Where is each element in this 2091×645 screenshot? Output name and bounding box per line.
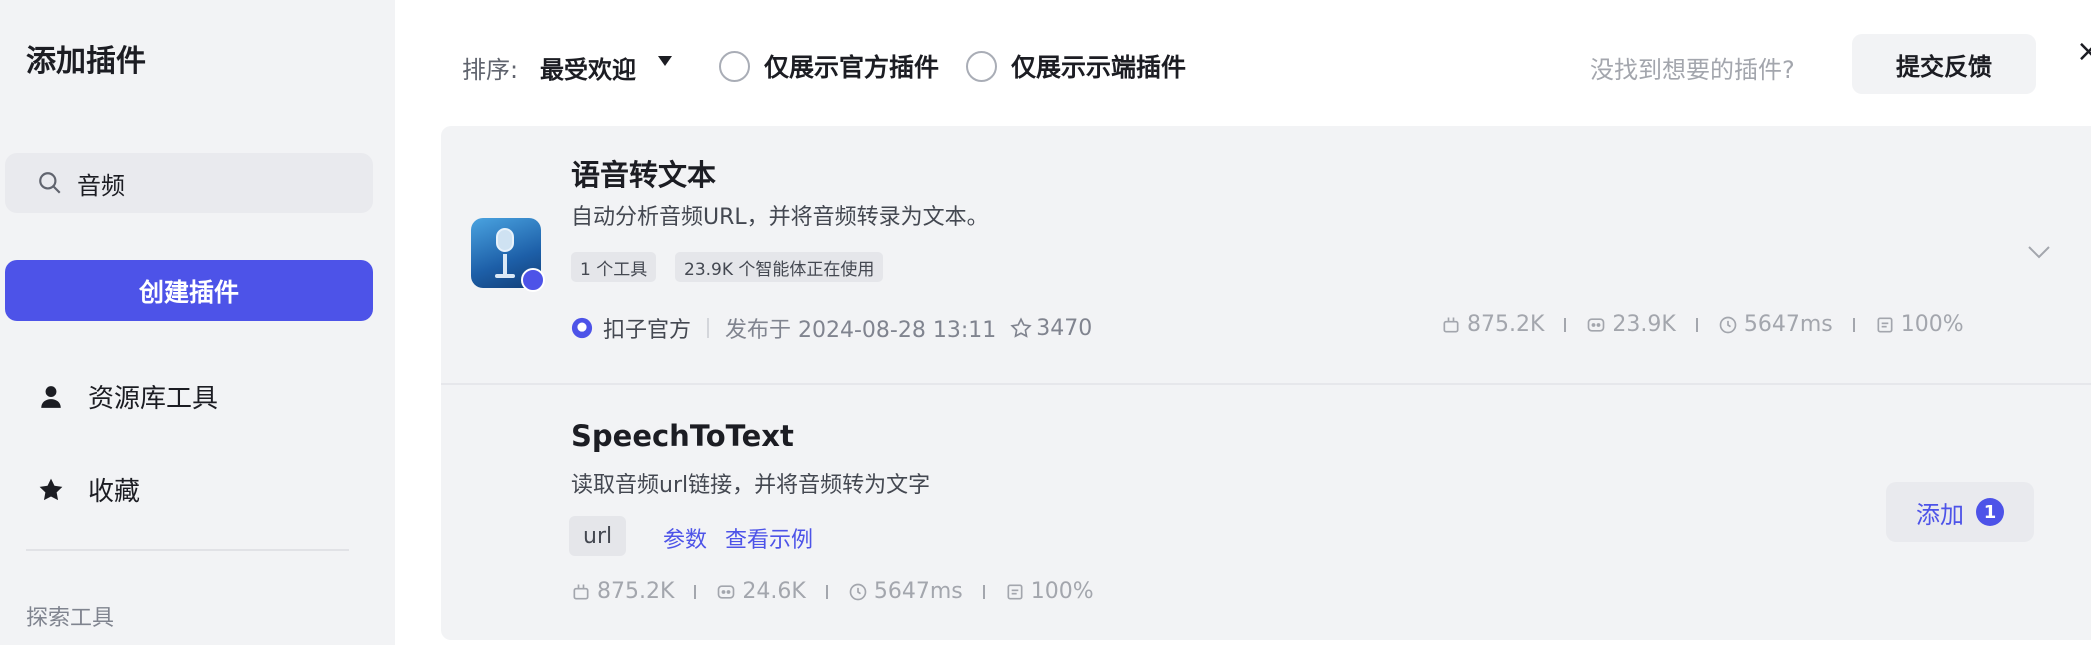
stat-bots-value: 24.6K [742,579,806,604]
divider [694,584,697,599]
plugin-meta: 扣子官方 发布于 2024-08-28 13:11 3470 [571,312,1092,344]
add-tool-button[interactable]: 添加 1 [1886,482,2034,542]
params-link[interactable]: 参数 [663,522,707,554]
bot-icon [718,584,735,599]
stat-bots-value: 23.9K [1612,312,1676,337]
star-outline-icon[interactable] [1010,317,1032,339]
stat-success: 100% [1005,579,1094,604]
chevron-down-icon[interactable] [2026,244,2052,260]
divider [1852,317,1855,332]
tool-card[interactable]: SpeechToText 读取音频url链接，并将音频转为文字 url 参数 查… [441,385,2091,640]
stat-calls-value: 875.2K [597,579,675,604]
tool-stats: 875.2K 24.6K 5647ms 100% [571,579,1094,604]
sidebar-section-explore-tools: 探索工具 [26,606,115,631]
sort-dropdown[interactable]: 最受欢迎 [540,50,636,85]
filter-official-only[interactable]: 仅展示官方插件 [719,48,939,84]
stat-latency: 5647ms [848,579,963,604]
filter-label: 仅展示示端插件 [1011,53,1187,82]
sidebar-item-library-tools[interactable]: 资源库工具 [38,378,218,415]
stat-success: 100% [1875,312,1964,337]
search-input[interactable]: 音频 [5,153,373,213]
divider [982,584,985,599]
microphone-stand [503,254,507,276]
divider [707,318,710,338]
radio-button[interactable] [719,50,750,82]
publisher-name: 扣子官方 [603,318,692,343]
search-value: 音频 [77,171,125,200]
stat-latency-value: 5647ms [1743,312,1833,337]
create-plugin-button[interactable]: 创建插件 [5,260,373,321]
sort-label: 排序: [462,56,519,84]
submit-feedback-button[interactable]: 提交反馈 [1852,34,2036,94]
view-example-link[interactable]: 查看示例 [725,522,813,554]
plugin-description: 自动分析音频URL，并将音频转录为文本。 [571,205,989,230]
radio-button[interactable] [966,50,997,82]
tool-title: SpeechToText [571,419,794,453]
param-tag: url [569,516,627,556]
caret-down-icon[interactable] [658,56,672,66]
clock-icon [1719,316,1737,333]
usage-tag: 23.9K 个智能体正在使用 [675,252,884,282]
microphone-base [495,274,515,278]
stat-success-value: 100% [1030,579,1094,604]
divider [825,584,828,599]
not-found-hint: 没找到想要的插件? [1590,56,1795,84]
plugin-avatar [471,218,545,292]
divider [1695,317,1698,332]
search-icon [39,172,61,194]
stat-bots: 23.9K [1586,312,1676,337]
sidebar-item-label: 收藏 [88,477,141,507]
document-icon [1007,584,1023,599]
plug-icon [1443,317,1459,332]
microphone-icon [496,228,514,252]
stat-bots: 24.6K [716,579,806,604]
add-button-label: 添加 [1916,500,1964,529]
user-icon [41,385,61,408]
divider [1564,317,1567,332]
plugin-title: 语音转文本 [571,158,717,192]
stat-calls: 875.2K [1441,312,1544,337]
tool-description: 读取音频url链接，并将音频转为文字 [571,473,931,498]
plugin-stats: 875.2K 23.9K 5647ms 100% [1441,312,1964,337]
sidebar: 添加插件 音频 创建插件 资源库工具 收藏 探索工具 [0,0,395,645]
stat-latency-value: 5647ms [873,579,963,604]
add-count-badge: 1 [1976,498,2004,526]
clock-icon [849,583,867,600]
favorite-count: 3470 [1036,315,1093,341]
panel-title: 添加插件 [26,44,146,79]
stat-success-value: 100% [1900,312,1964,337]
plug-icon [573,584,589,599]
sidebar-item-favorites[interactable]: 收藏 [38,471,140,508]
star-icon [39,478,63,500]
filter-label: 仅展示官方插件 [764,53,940,82]
stat-calls: 875.2K [571,579,674,604]
plugin-card[interactable]: 语音转文本 自动分析音频URL，并将音频转录为文本。 1 个工具 23.9K 个… [441,126,2091,384]
filter-endpoint-only[interactable]: 仅展示示端插件 [966,48,1186,84]
document-icon [1877,317,1893,332]
publish-date: 发布于 2024-08-28 13:11 [725,318,997,343]
bot-icon [1588,317,1605,332]
publisher-logo-icon [571,317,593,339]
sidebar-item-label: 资源库工具 [88,384,219,414]
tool-count-tag: 1 个工具 [571,252,657,282]
close-icon[interactable]: × [2076,34,2091,69]
sidebar-divider [26,549,349,551]
stat-latency: 5647ms [1718,312,1833,337]
stat-calls-value: 875.2K [1467,312,1545,337]
official-badge-icon [521,268,545,292]
